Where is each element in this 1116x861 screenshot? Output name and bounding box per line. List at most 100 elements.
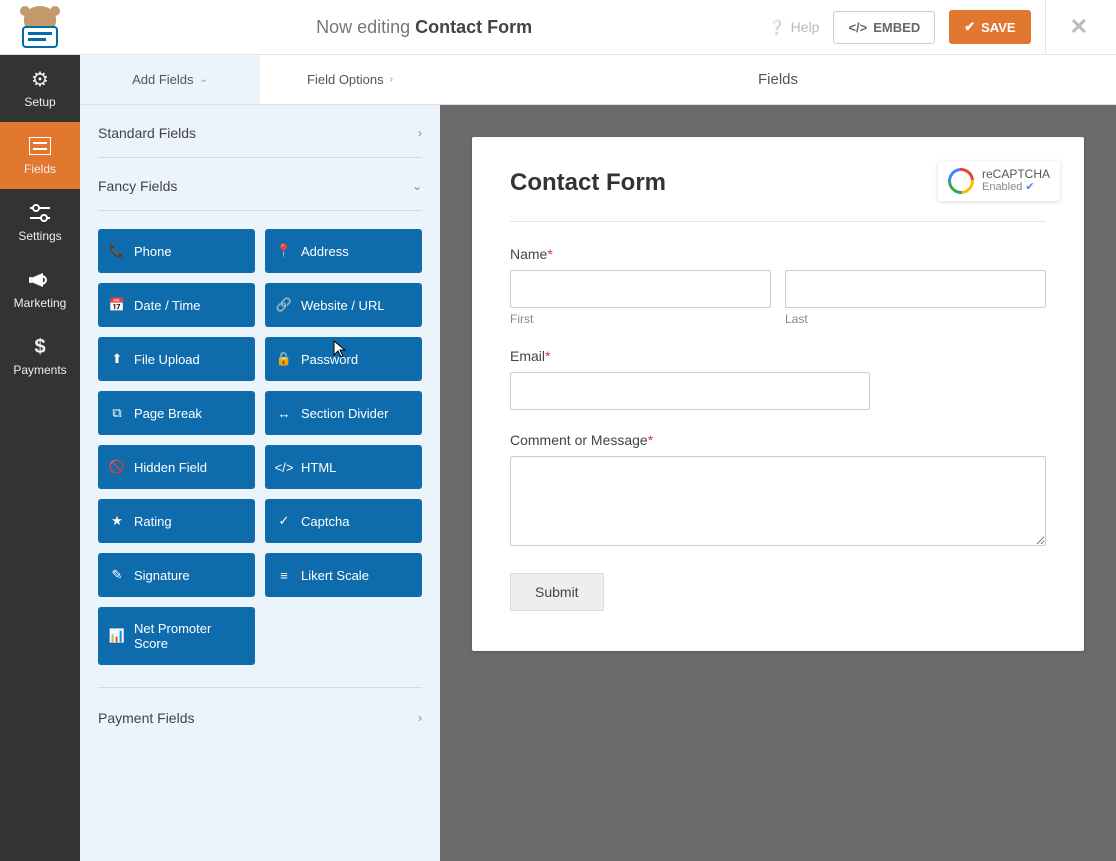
email-input[interactable] <box>510 372 870 410</box>
tab-label: Field Options <box>307 72 384 87</box>
field-icon: 🚫 <box>110 459 124 475</box>
recaptcha-badge[interactable]: reCAPTCHA Enabled ✔ <box>938 161 1060 201</box>
code-icon: </> <box>848 20 867 35</box>
recaptcha-title: reCAPTCHA <box>982 167 1050 181</box>
field-icon: 📞 <box>110 243 124 259</box>
field-btn-net-promoter-score[interactable]: 📊 Net Promoter Score <box>98 607 255 665</box>
nav-payments[interactable]: $ Payments <box>0 323 80 390</box>
nav-label: Marketing <box>14 296 67 310</box>
field-icon: 📊 <box>110 628 124 644</box>
field-btn-hidden-field[interactable]: 🚫 Hidden Field <box>98 445 255 489</box>
last-sublabel: Last <box>785 312 1046 326</box>
recaptcha-status: Enabled <box>982 181 1022 193</box>
field-btn-page-break[interactable]: ⧉Page Break <box>98 391 255 435</box>
section-fancy-fields[interactable]: Fancy Fields ⌄ <box>98 158 422 210</box>
close-button[interactable]: ✕ <box>1060 14 1098 40</box>
field-icon: ≡ <box>277 568 291 583</box>
list-icon <box>29 135 51 157</box>
save-button[interactable]: ✔ SAVE <box>949 10 1030 44</box>
nav-label: Settings <box>18 229 61 243</box>
field-btn-html[interactable]: </>HTML <box>265 445 422 489</box>
tab-field-options[interactable]: Field Options › <box>260 55 440 104</box>
sliders-icon <box>29 202 51 224</box>
last-name-input[interactable] <box>785 270 1046 308</box>
nav-settings[interactable]: Settings <box>0 189 80 256</box>
gear-icon: ⚙ <box>29 68 51 90</box>
help-link[interactable]: ❔ Help <box>768 19 819 36</box>
field-label: Section Divider <box>301 406 388 421</box>
nav-label: Fields <box>24 162 56 176</box>
field-icon: ★ <box>110 513 124 529</box>
tab-add-fields[interactable]: Add Fields ⌄ <box>80 55 260 104</box>
field-icon: ⬆ <box>110 351 124 367</box>
field-btn-address[interactable]: 📍Address <box>265 229 422 273</box>
section-label: Fancy Fields <box>98 178 177 194</box>
field-btn-rating[interactable]: ★ Rating <box>98 499 255 543</box>
field-label: Captcha <box>301 514 349 529</box>
field-btn-file-upload[interactable]: ⬆File Upload <box>98 337 255 381</box>
first-name-input[interactable] <box>510 270 771 308</box>
field-label: Rating <box>134 514 172 529</box>
chevron-down-icon: ⌄ <box>200 74 208 85</box>
fields-tabs: Add Fields ⌄ Field Options › <box>80 55 440 105</box>
chevron-right-icon: › <box>418 126 422 140</box>
left-nav: ⚙ Setup Fields Settings Marketing $ Paym… <box>0 55 80 861</box>
field-name[interactable]: Name* First Last <box>510 246 1046 326</box>
section-standard-fields[interactable]: Standard Fields › <box>98 105 422 158</box>
megaphone-icon <box>29 269 51 291</box>
chevron-right-icon: › <box>418 711 422 725</box>
chevron-right-icon: › <box>390 74 393 85</box>
embed-button[interactable]: </> EMBED <box>833 11 935 44</box>
nav-setup[interactable]: ⚙ Setup <box>0 55 80 122</box>
field-btn-section-divider[interactable]: ↔ Section Divider <box>265 391 422 435</box>
field-btn-likert-scale[interactable]: ≡ Likert Scale <box>265 553 422 597</box>
field-btn-captcha[interactable]: ✓ Captcha <box>265 499 422 543</box>
first-sublabel: First <box>510 312 771 326</box>
field-btn-website-url[interactable]: 🔗 Website / URL <box>265 283 422 327</box>
form-card: reCAPTCHA Enabled ✔ Contact Form Name* F… <box>472 137 1084 651</box>
field-icon: 📍 <box>277 243 291 259</box>
email-label: Email* <box>510 348 870 364</box>
section-label: Payment Fields <box>98 710 194 726</box>
chevron-down-icon: ⌄ <box>412 179 422 193</box>
dollar-icon: $ <box>29 336 51 358</box>
nav-fields[interactable]: Fields <box>0 122 80 189</box>
field-label: HTML <box>301 460 336 475</box>
page-title: Now editing Contact Form <box>80 17 768 38</box>
field-btn-password[interactable]: 🔒 Password <box>265 337 422 381</box>
save-label: SAVE <box>981 20 1015 35</box>
embed-label: EMBED <box>873 20 920 35</box>
submit-button[interactable]: Submit <box>510 573 604 611</box>
recaptcha-icon <box>943 162 980 199</box>
main-layout: ⚙ Setup Fields Settings Marketing $ Paym… <box>0 55 1116 861</box>
field-email[interactable]: Email* <box>510 348 870 410</box>
top-bar: Now editing Contact Form ❔ Help </> EMBE… <box>0 0 1116 55</box>
help-label: Help <box>791 19 820 35</box>
nav-marketing[interactable]: Marketing <box>0 256 80 323</box>
field-icon: 🔒 <box>277 351 291 367</box>
field-btn-phone[interactable]: 📞 Phone <box>98 229 255 273</box>
field-label: Likert Scale <box>301 568 369 583</box>
field-comment[interactable]: Comment or Message* <box>510 432 1046 551</box>
fields-panel: Add Fields ⌄ Field Options › Standard Fi… <box>80 55 440 861</box>
help-icon: ❔ <box>768 19 785 36</box>
preview-header: Fields <box>440 55 1116 105</box>
field-icon: ✓ <box>277 513 291 529</box>
field-btn-date-time[interactable]: 📅Date / Time <box>98 283 255 327</box>
field-label: Hidden Field <box>134 460 207 475</box>
field-label: Password <box>301 352 358 367</box>
comment-textarea[interactable] <box>510 456 1046 546</box>
field-btn-signature[interactable]: ✎Signature <box>98 553 255 597</box>
field-label: Net Promoter Score <box>134 621 243 651</box>
field-icon: 🔗 <box>277 297 291 313</box>
verified-icon: ✔ <box>1025 181 1034 193</box>
field-icon: ⧉ <box>110 405 124 421</box>
nav-label: Payments <box>13 363 66 377</box>
field-label: Website / URL <box>301 298 385 313</box>
name-label: Name* <box>510 246 1046 262</box>
comment-label: Comment or Message* <box>510 432 1046 448</box>
fancy-fields-grid: 📞 Phone 📍Address📅Date / Time 🔗 Website / URL… <box>98 229 422 669</box>
field-icon: ↔ <box>277 406 291 421</box>
field-label: Phone <box>134 244 172 259</box>
section-payment-fields[interactable]: Payment Fields › <box>98 706 422 742</box>
